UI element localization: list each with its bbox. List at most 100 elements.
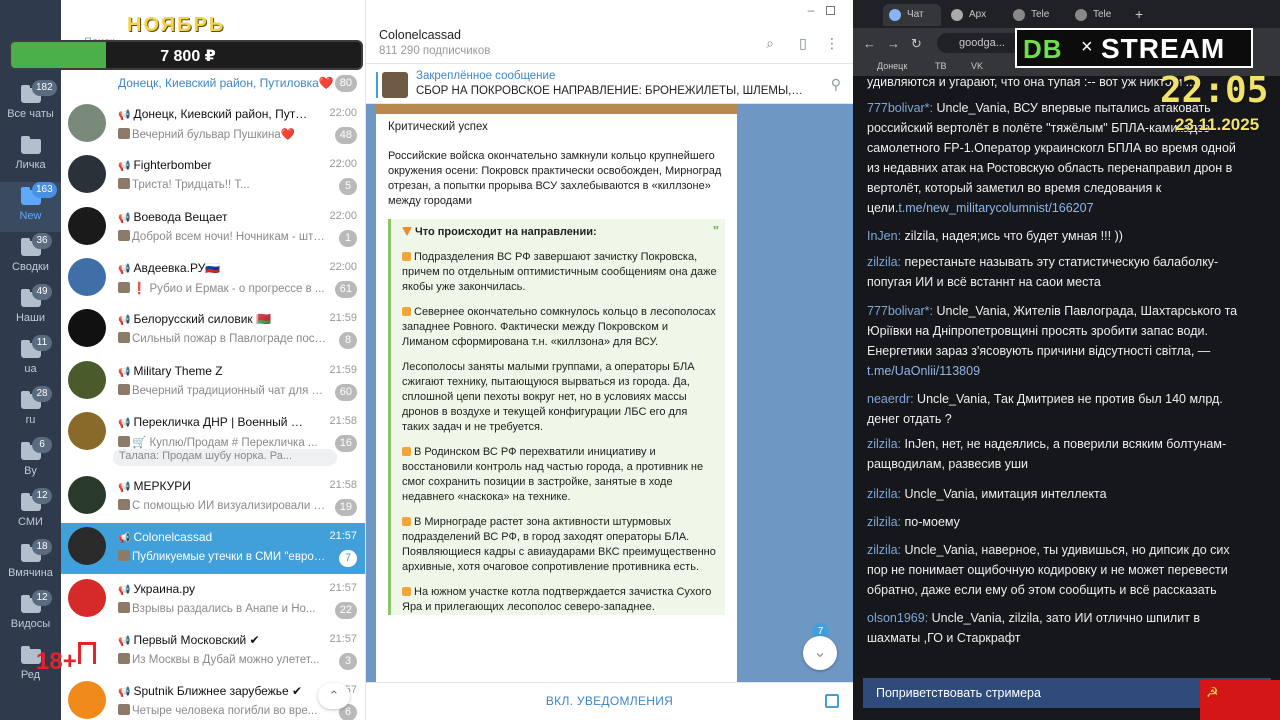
chat-preview: Из Москвы в Дубай можно улетет... <box>118 653 328 666</box>
unpin-icon[interactable]: ⚲ <box>831 76 841 93</box>
folder-10[interactable]: 12 Видосы <box>0 590 61 640</box>
chat-row[interactable]: 📢 Colonelcassad 21:57 Публикуемые утечки в … <box>61 523 365 575</box>
folder-2[interactable]: 163 New <box>0 182 61 232</box>
media-thumbnail <box>118 499 130 511</box>
avatar <box>68 411 106 450</box>
folder-3[interactable]: 36 Сводки <box>0 233 61 283</box>
bookmark-donetsk[interactable]: Донецк <box>877 61 907 71</box>
donation-progress-bar: 7 800 ₽ <box>9 40 363 70</box>
chat-row[interactable]: 📢 Украина.ру 21:57 Взрывы раздались в Анапе… <box>61 575 365 626</box>
chat-name: 📢Перекличка ДНР | Военный ② До... <box>118 414 308 429</box>
back-icon[interactable]: ← <box>863 36 876 51</box>
tab-telegram-2[interactable]: Tele <box>1069 4 1127 26</box>
chat-row[interactable]: 📢 МЕРКУРИ 21:58 С помощью ИИ визуализировал… <box>61 472 365 523</box>
close-icon[interactable] <box>831 4 845 16</box>
tab-telegram-1[interactable]: Tele <box>1007 4 1065 26</box>
tab-archive[interactable]: Арх <box>945 4 1003 26</box>
chat-time: 21:58 <box>329 414 357 427</box>
avatar <box>68 360 106 399</box>
chat-row[interactable]: 📢 Fighterbomber 22:00 Триста! Тридцать!! Т.… <box>61 151 365 202</box>
chat-preview: Вечерний бульвар Пушкина❤️ <box>118 127 328 141</box>
chat-text: Uncle_Vania, имитация интеллекта <box>901 487 1107 501</box>
unread-badge: 3 <box>339 653 357 670</box>
chat-username[interactable]: 777bolivar*: <box>867 101 933 115</box>
chat-name: 📢 Military Theme Z <box>118 363 223 378</box>
bookmark-vk[interactable]: VK <box>971 61 983 71</box>
folder-0[interactable]: 182 Все чаты <box>0 80 61 130</box>
folder-label: ru <box>25 414 36 426</box>
avatar <box>68 104 106 142</box>
chat-row[interactable]: 📢 Воевода Вещает 22:00 Доброй всем ночи! Но… <box>61 203 365 254</box>
unread-badge: 61 <box>334 280 357 298</box>
folder-4[interactable]: 49 Наши <box>0 284 61 334</box>
folder-1[interactable]: Личка <box>0 131 61 181</box>
folder-7[interactable]: 6 By <box>0 437 61 487</box>
search-icon[interactable]: ⌕ <box>761 34 779 52</box>
scroll-up-button[interactable]: ⌃ <box>318 683 350 709</box>
chat-list[interactable]: 📢 Донецк, Киевский район, Путило... 22:00 В… <box>61 0 366 720</box>
bookmark-tv[interactable]: ТВ <box>935 61 947 71</box>
unread-badge: 8 <box>339 332 357 350</box>
chat-row[interactable]: 📢 Авдеевка.РУ🇷🇺 22:00 ❗ Рубио и Ермак - о п… <box>61 254 365 305</box>
chat-row[interactable]: 📢 Первый Московский ✔ 21:57 Из Москвы в Дуб… <box>61 626 365 677</box>
quote-paragraph: На южном участке котла подтверждается за… <box>402 586 712 613</box>
chat-username[interactable]: zilzila: <box>867 543 901 557</box>
globe-icon <box>1013 9 1025 21</box>
chat-row[interactable]: 📢 Military Theme Z 21:59 Вечерний традицион… <box>61 357 365 408</box>
chat-name: 📢 Sputnik Ближнее зарубежье ✔ <box>118 684 303 699</box>
channel-icon: 📢 <box>118 687 131 699</box>
quote-paragraph: Подразделения ВС РФ завершают зачистку П… <box>402 251 717 293</box>
chat-username[interactable]: zilzila: <box>867 487 901 501</box>
more-icon[interactable]: ⋮ <box>823 34 841 52</box>
chat-message: InJen: zilzila, надея;ись что будет умна… <box>867 226 1252 246</box>
chat-username[interactable]: zilzila: <box>867 255 901 269</box>
chat-row[interactable]: 📢 Белорусский силовик 🇧🇾 21:59 Сильный пожа… <box>61 305 365 356</box>
quote-block: " Что происходит на направлении: Подразд… <box>388 219 725 615</box>
tab-chat[interactable]: Чат <box>883 4 941 26</box>
unread-badge: 60 <box>334 383 357 401</box>
chat-username[interactable]: neaerdr: <box>867 392 914 406</box>
folder-9[interactable]: 18 Вмячина <box>0 539 61 589</box>
channel-icon: 📢 <box>118 212 131 224</box>
folder-label: Личка <box>15 159 46 171</box>
sidebar-toggle-icon[interactable]: ▯ <box>794 34 812 52</box>
quote-icon: " <box>712 223 719 238</box>
chat-username[interactable]: zilzila: <box>867 437 901 451</box>
media-thumbnail <box>118 704 130 716</box>
new-tab-icon[interactable]: + <box>1135 6 1143 22</box>
bullet-icon <box>402 447 411 456</box>
folder-label: Наши <box>15 312 46 324</box>
sub-preview: Талапа: Продам шубу норка. Ра... <box>113 449 337 466</box>
gift-icon[interactable] <box>825 694 839 708</box>
avatar <box>68 476 106 515</box>
folder-8[interactable]: 12 СМИ <box>0 488 61 538</box>
folder-6[interactable]: 28 ru <box>0 386 61 436</box>
forward-icon[interactable]: → <box>887 36 900 51</box>
chat-row[interactable]: 📢 Донецк, Киевский район, Путило... 22:00 В… <box>61 100 365 151</box>
chat-username[interactable]: 777bolivar*: <box>867 304 933 318</box>
folder-5[interactable]: 11 ua <box>0 335 61 385</box>
avatar <box>68 309 106 348</box>
folder-label: ua <box>24 363 37 375</box>
reload-icon[interactable]: ↻ <box>911 36 922 52</box>
globe-icon <box>1075 9 1087 21</box>
logo-stream: STREAM <box>1101 33 1226 64</box>
chat-title[interactable]: Colonelcassad <box>379 28 461 42</box>
chat-username[interactable]: olson1969: <box>867 611 928 625</box>
avatar <box>68 206 106 245</box>
chat-username[interactable]: InJen: <box>867 229 901 243</box>
folder-label: Видосы <box>10 618 51 630</box>
chat-username[interactable]: zilzila: <box>867 515 901 529</box>
minimize-icon[interactable]: – <box>804 4 818 16</box>
chat-link[interactable]: t.me/new_militarycolumnist/166207 <box>898 201 1093 215</box>
pinned-message[interactable]: Закреплённое сообщение СБОР НА ПОКРОВСКО… <box>366 66 853 104</box>
unread-badge: 16 <box>334 434 357 452</box>
folder-count: 6 <box>32 437 52 453</box>
unread-badge: 48 <box>334 127 357 144</box>
unread-badge: 5 <box>339 178 357 196</box>
chat-link[interactable]: t.me/UaOnlii/113809 <box>867 364 980 378</box>
logo-x: × <box>1081 36 1093 58</box>
pinned-group-row[interactable]: Донецк, Киевский район, Путиловка❤️ 80 <box>61 72 366 94</box>
notifications-button[interactable]: ВКЛ. УВЕДОМЛЕНИЯ <box>366 694 853 708</box>
scroll-down-button[interactable]: ⌄ <box>803 636 837 670</box>
